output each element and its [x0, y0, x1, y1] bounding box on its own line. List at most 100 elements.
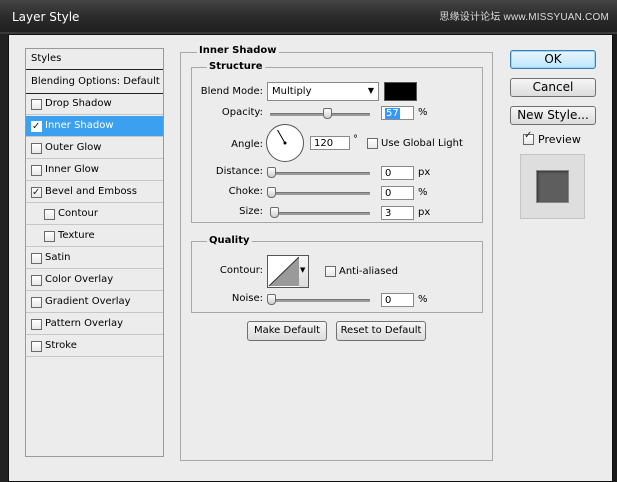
opacity-input[interactable]: 57	[381, 106, 414, 120]
distance-input[interactable]: 0	[381, 166, 414, 180]
style-item-checkbox[interactable]	[44, 231, 55, 242]
styles-header-label: Styles	[31, 53, 62, 64]
style-item-label: Color Overlay	[45, 274, 114, 285]
style-item-label: Texture	[58, 230, 95, 241]
choke-label: Choke:	[228, 186, 263, 197]
shadow-color-fill	[385, 83, 416, 100]
style-preview-swatch	[536, 170, 569, 203]
style-item-label: Bevel and Emboss	[45, 186, 137, 197]
style-item-checkbox[interactable]	[31, 297, 42, 308]
new-style-button[interactable]: New Style...	[510, 106, 596, 125]
size-unit: px	[418, 207, 431, 218]
anti-aliased-label: Anti-aliased	[339, 266, 399, 277]
size-slider-thumb[interactable]	[270, 207, 279, 218]
style-item-label: Inner Glow	[45, 164, 99, 175]
style-item-checkbox[interactable]	[44, 209, 55, 220]
quality-title: Quality	[207, 235, 252, 246]
styles-list: Styles Blending Options: Default Drop Sh…	[25, 48, 164, 457]
size-slider-track[interactable]	[270, 212, 370, 215]
styles-header[interactable]: Styles	[26, 49, 163, 70]
choke-slider-thumb[interactable]	[267, 187, 276, 198]
choke-unit: %	[418, 187, 428, 198]
blend-mode-value: Multiply	[272, 86, 312, 97]
contour-label: Contour:	[219, 265, 263, 276]
title-bar: Layer Style 思缘设计论坛 www.MISSYUAN.COM	[0, 0, 617, 32]
preview-label: Preview	[538, 133, 581, 146]
reset-to-default-button[interactable]: Reset to Default	[336, 321, 426, 341]
dialog-body: Styles Blending Options: Default Drop Sh…	[8, 34, 613, 482]
style-item-label: Gradient Overlay	[45, 296, 131, 307]
choke-slider-track[interactable]	[270, 192, 370, 195]
style-item-bevel-and-emboss[interactable]: Bevel and Emboss	[26, 182, 163, 203]
angle-dial[interactable]	[266, 124, 304, 162]
style-item-label: Outer Glow	[45, 142, 102, 153]
noise-input[interactable]: 0	[381, 293, 414, 307]
chevron-down-icon: ▼	[367, 86, 374, 95]
noise-slider-thumb[interactable]	[267, 294, 276, 305]
style-item-checkbox[interactable]	[31, 341, 42, 352]
preview-checkbox[interactable]	[523, 130, 534, 145]
contour-preview-icon	[268, 256, 300, 287]
noise-label: Noise:	[231, 293, 263, 304]
ok-button[interactable]: OK	[510, 50, 596, 69]
use-global-light-label: Use Global Light	[381, 138, 463, 149]
style-item-texture[interactable]: Texture	[26, 226, 163, 247]
style-item-satin[interactable]: Satin	[26, 248, 163, 269]
make-default-button[interactable]: Make Default	[247, 321, 327, 341]
angle-label: Angle:	[231, 139, 263, 150]
blend-mode-select[interactable]: Multiply ▼	[267, 82, 379, 101]
watermark: 思缘设计论坛 www.MISSYUAN.COM	[439, 12, 609, 23]
style-item-label: Satin	[45, 252, 71, 263]
noise-slider-track[interactable]	[270, 299, 370, 302]
opacity-slider-track[interactable]	[270, 113, 370, 116]
style-item-checkbox[interactable]	[31, 165, 42, 176]
style-item-stroke[interactable]: Stroke	[26, 336, 163, 357]
contour-dropdown-button[interactable]: ▼	[299, 255, 309, 288]
style-preview	[520, 154, 585, 219]
style-item-checkbox[interactable]	[31, 99, 42, 110]
style-item-drop-shadow[interactable]: Drop Shadow	[26, 94, 163, 115]
angle-dial-needle	[277, 129, 287, 145]
blending-options[interactable]: Blending Options: Default	[26, 71, 163, 94]
chevron-down-icon: ▼	[300, 266, 306, 274]
style-item-checkbox[interactable]	[31, 143, 42, 154]
style-item-label: Inner Shadow	[45, 120, 114, 131]
style-item-checkbox[interactable]	[31, 275, 42, 286]
anti-aliased-checkbox[interactable]	[325, 266, 336, 277]
size-input[interactable]: 3	[381, 206, 414, 220]
style-item-checkbox[interactable]	[31, 319, 42, 330]
style-item-label: Contour	[58, 208, 98, 219]
window-title: Layer Style	[12, 10, 80, 24]
contour-picker[interactable]	[267, 255, 301, 288]
style-item-label: Drop Shadow	[45, 98, 112, 109]
style-item-checkbox[interactable]	[31, 253, 42, 264]
blending-options-label: Blending Options: Default	[31, 76, 160, 87]
shadow-color-swatch[interactable]	[384, 82, 417, 101]
structure-title: Structure	[207, 61, 265, 72]
style-item-checkbox[interactable]	[31, 117, 42, 137]
use-global-light-checkbox[interactable]	[367, 138, 378, 149]
distance-slider-thumb[interactable]	[267, 167, 276, 178]
distance-unit: px	[418, 167, 431, 178]
style-item-contour[interactable]: Contour	[26, 204, 163, 225]
style-item-inner-glow[interactable]: Inner Glow	[26, 160, 163, 181]
style-item-checkbox[interactable]	[31, 183, 42, 203]
cancel-button[interactable]: Cancel	[510, 78, 596, 97]
blend-mode-label: Blend Mode:	[200, 86, 263, 97]
style-item-inner-shadow[interactable]: Inner Shadow	[26, 116, 163, 137]
style-item-outer-glow[interactable]: Outer Glow	[26, 138, 163, 159]
angle-input[interactable]: 120	[310, 136, 350, 150]
size-label: Size:	[239, 206, 263, 217]
style-item-gradient-overlay[interactable]: Gradient Overlay	[26, 292, 163, 313]
angle-unit: °	[353, 134, 358, 145]
choke-input[interactable]: 0	[381, 186, 414, 200]
distance-slider-track[interactable]	[270, 172, 370, 175]
style-item-label: Stroke	[45, 340, 77, 351]
opacity-slider-thumb[interactable]	[323, 108, 332, 119]
window-border-left	[0, 34, 8, 482]
opacity-unit: %	[418, 107, 428, 118]
distance-label: Distance:	[215, 166, 263, 177]
style-item-pattern-overlay[interactable]: Pattern Overlay	[26, 314, 163, 335]
inner-shadow-title: Inner Shadow	[197, 45, 279, 56]
style-item-color-overlay[interactable]: Color Overlay	[26, 270, 163, 291]
